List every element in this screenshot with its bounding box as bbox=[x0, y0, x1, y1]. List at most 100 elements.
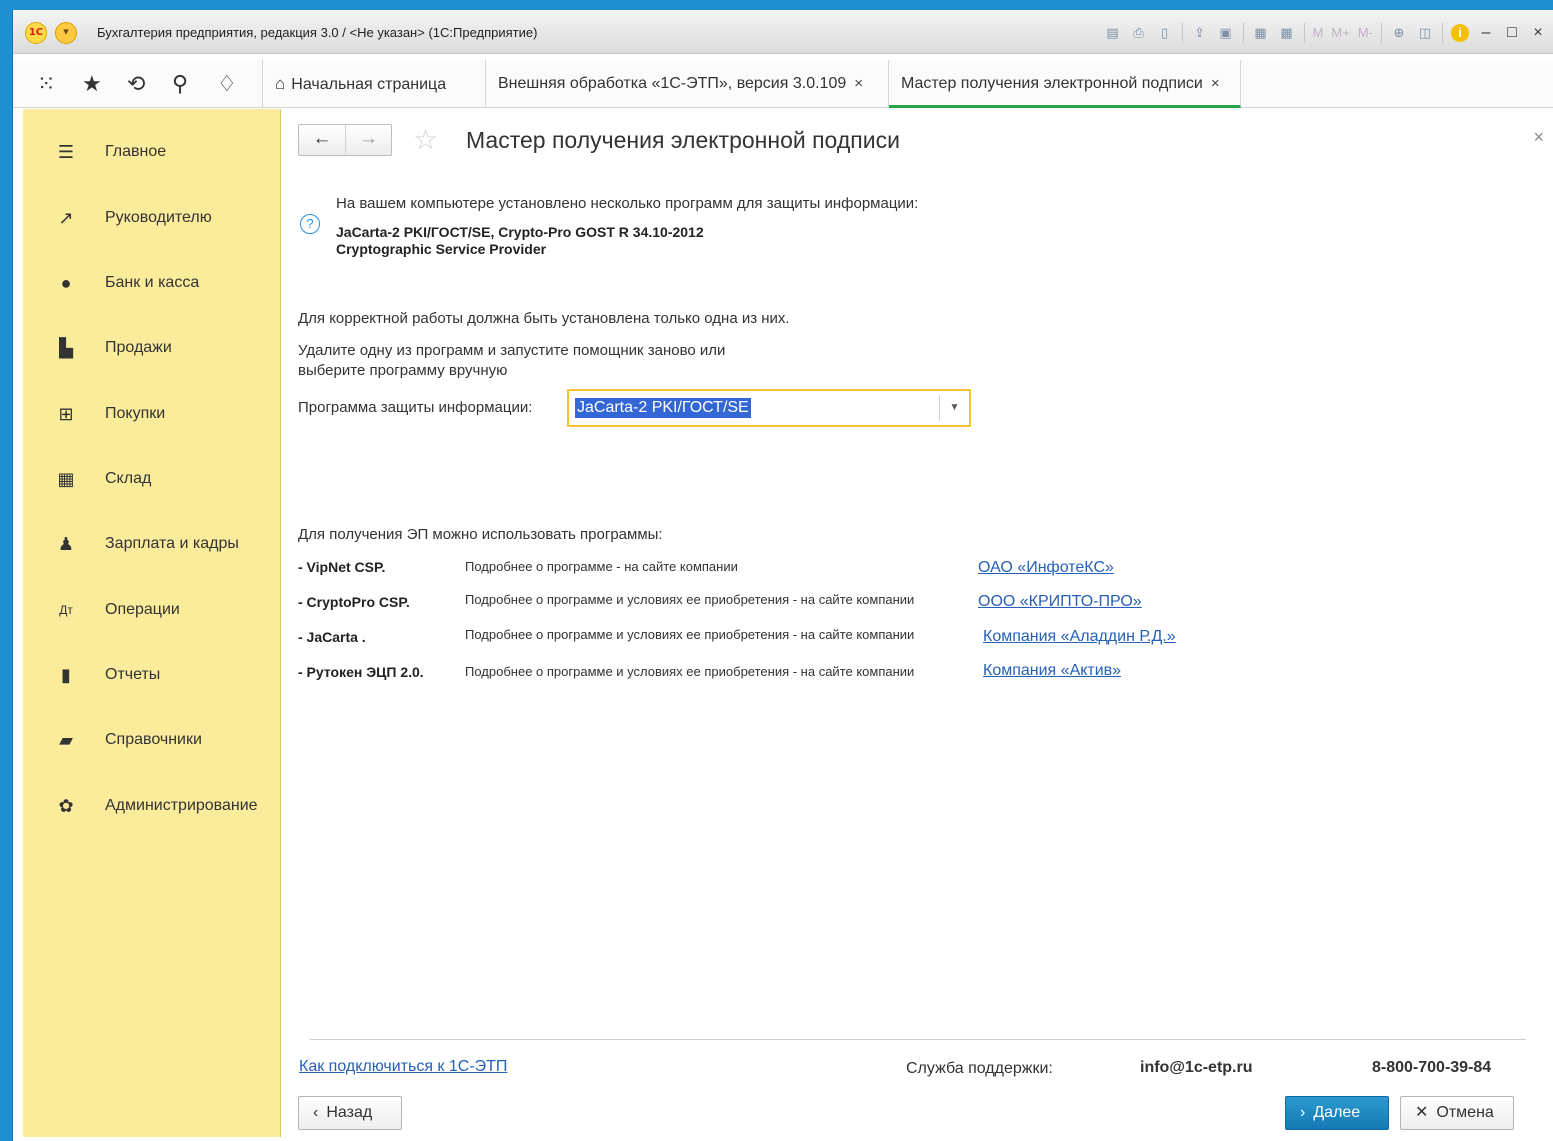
separator bbox=[1303, 23, 1305, 43]
memory-minus-button[interactable]: M- bbox=[1358, 24, 1373, 42]
books-icon: ▰ bbox=[59, 730, 73, 750]
sidebar-item-warehouse[interactable]: ▦ Склад bbox=[23, 458, 280, 498]
support-phone: 8-800-700-39-84 bbox=[1372, 1059, 1492, 1076]
sidebar-item-purchases[interactable]: ⊞ Покупки bbox=[23, 393, 280, 433]
tab-close-icon[interactable]: × bbox=[1211, 75, 1220, 92]
cancel-button[interactable]: ✕ Отмена bbox=[1400, 1096, 1514, 1130]
program-description: Подробнее о программе и условиях ее прио… bbox=[465, 627, 915, 642]
program-select[interactable]: JaCarta-2 PKI/ГОСТ/SE ▼ bbox=[567, 389, 971, 427]
programs-intro: Для получения ЭП можно использовать прог… bbox=[298, 526, 663, 543]
program-name: - JaCarta . bbox=[298, 629, 366, 645]
sidebar-item-label: Банк и касса bbox=[105, 274, 200, 291]
sidebar-item-label: Администрирование bbox=[105, 797, 258, 814]
chevron-down-icon[interactable]: ▼ bbox=[939, 395, 969, 421]
calculator-icon[interactable]: ▦ bbox=[1252, 24, 1270, 42]
next-button[interactable]: › Далее bbox=[1285, 1096, 1389, 1130]
sidebar-item-main[interactable]: ☰ Главное bbox=[23, 131, 280, 171]
sidebar-item-label: Руководителю bbox=[105, 209, 212, 226]
company-link-aktiv[interactable]: Компания «Актив» bbox=[983, 662, 1121, 680]
ruble-coin-icon: ● bbox=[60, 273, 72, 293]
sidebar-item-label: Отчеты bbox=[105, 666, 161, 683]
program-description: Подробнее о программе и условиях ее прио… bbox=[465, 664, 915, 679]
separator bbox=[1181, 23, 1183, 43]
tab-signature-wizard[interactable]: Мастер получения электронной подписи × bbox=[889, 60, 1241, 108]
minimize-icon[interactable]: – bbox=[1477, 24, 1495, 42]
debit-credit-icon: Дт bbox=[59, 603, 73, 617]
back-arrow-icon[interactable]: ← bbox=[299, 125, 345, 155]
cancel-button-label: Отмена bbox=[1436, 1104, 1494, 1121]
tab-home[interactable]: ⌂ Начальная страница bbox=[263, 60, 486, 108]
save-icon[interactable]: ▤ bbox=[1104, 24, 1122, 42]
forward-arrow-icon[interactable]: → bbox=[344, 125, 391, 155]
tab-external-processing[interactable]: Внешняя обработка «1С-ЭТП», версия 3.0.1… bbox=[486, 60, 889, 108]
back-button[interactable]: ‹ Назад bbox=[298, 1096, 402, 1130]
trend-chart-icon: ↗ bbox=[58, 208, 74, 228]
program-name: - VipNet CSP. bbox=[298, 559, 386, 575]
close-window-icon[interactable]: × bbox=[1529, 24, 1547, 42]
company-link-aladdin[interactable]: Компания «Аладдин Р.Д.» bbox=[983, 628, 1176, 646]
separator bbox=[1442, 23, 1443, 43]
copy-icon[interactable]: ▣ bbox=[1217, 24, 1235, 42]
close-form-icon[interactable]: × bbox=[1533, 127, 1544, 148]
info-icon[interactable]: i bbox=[1451, 24, 1469, 42]
sidebar-item-operations[interactable]: Дт Операции bbox=[23, 589, 280, 629]
maximize-icon[interactable]: □ bbox=[1503, 24, 1521, 42]
sidebar-item-administration[interactable]: ✿ Администрирование bbox=[23, 785, 280, 825]
menu-lines-icon: ☰ bbox=[57, 142, 75, 162]
installed-intro: На вашем компьютере установлено нескольк… bbox=[336, 195, 919, 212]
sidebar-item-label: Операции bbox=[105, 601, 180, 618]
memory-m-button[interactable]: M bbox=[1313, 24, 1324, 42]
sidebar-item-sales[interactable]: ▙ Продажи bbox=[23, 327, 280, 367]
company-link-infotecs[interactable]: ОАО «ИнфотеКС» bbox=[978, 559, 1114, 577]
how-to-connect-link[interactable]: Как подключиться к 1С-ЭТП bbox=[299, 1058, 507, 1076]
app-logo-icon[interactable]: 1С bbox=[25, 22, 47, 44]
sidebar-item-references[interactable]: ▰ Справочники bbox=[23, 719, 280, 759]
title-bar: 1С ▾ Бухгалтерия предприятия, редакция 3… bbox=[13, 10, 1553, 54]
separator bbox=[1381, 23, 1382, 43]
notifications-bell-icon[interactable]: ♢ bbox=[217, 66, 262, 102]
quick-icons: ⁙ ★ ⟲ ⚲ ♢ bbox=[13, 60, 263, 108]
main-menu-button[interactable]: ▾ bbox=[55, 22, 77, 44]
tab-label: Мастер получения электронной подписи bbox=[901, 75, 1203, 92]
apps-grid-icon[interactable]: ⁙ bbox=[37, 66, 82, 102]
home-icon: ⌂ bbox=[275, 74, 286, 93]
sidebar-item-salary[interactable]: ♟ Зарплата и кадры bbox=[23, 523, 280, 563]
shopping-bag-icon: ▙ bbox=[59, 338, 73, 358]
company-link-cryptopro[interactable]: ООО «КРИПТО-ПРО» bbox=[978, 593, 1142, 611]
installed-programs-line1: JaCarta-2 PKI/ГОСТ/SE, Crypto-Pro GOST R… bbox=[336, 224, 704, 240]
back-button-label: Назад bbox=[326, 1104, 373, 1121]
preview-icon[interactable]: ▯ bbox=[1156, 24, 1174, 42]
next-button-label: Далее bbox=[1313, 1104, 1361, 1121]
history-icon[interactable]: ⟲ bbox=[127, 66, 172, 102]
sidebar-item-bank[interactable]: ● Банк и касса bbox=[23, 262, 280, 302]
help-icon[interactable]: ? bbox=[300, 214, 320, 234]
tab-label: Начальная страница bbox=[291, 76, 447, 93]
sidebar-item-label: Главное bbox=[105, 143, 167, 160]
program-label: Программа защиты информации: bbox=[298, 399, 533, 416]
attach-icon[interactable]: ⇪ bbox=[1191, 24, 1209, 42]
program-select-value[interactable]: JaCarta-2 PKI/ГОСТ/SE bbox=[575, 398, 751, 418]
search-icon[interactable]: ⚲ bbox=[172, 66, 217, 102]
print-icon[interactable]: ⎙ bbox=[1130, 24, 1148, 42]
sidebar-item-reports[interactable]: ▮ Отчеты bbox=[23, 654, 280, 694]
chevron-right-icon: › bbox=[1300, 1104, 1306, 1121]
favorites-star-icon[interactable]: ★ bbox=[82, 66, 127, 102]
app-window: 1С ▾ Бухгалтерия предприятия, редакция 3… bbox=[12, 10, 1553, 1141]
program-name: - CryptoPro CSP. bbox=[298, 594, 410, 610]
tab-label: Внешняя обработка «1С-ЭТП», версия 3.0.1… bbox=[498, 75, 847, 92]
gear-icon: ✿ bbox=[58, 796, 74, 816]
sidebar: ☰ Главное ↗ Руководителю ● Банк и касса … bbox=[23, 109, 281, 1137]
panels-icon[interactable]: ◫ bbox=[1416, 24, 1434, 42]
memory-plus-button[interactable]: M+ bbox=[1331, 24, 1349, 42]
calendar-icon[interactable]: ▦ bbox=[1278, 24, 1296, 42]
warehouse-grid-icon: ▦ bbox=[57, 469, 75, 489]
remove-hint-line1: Удалите одну из программ и запустите пом… bbox=[298, 342, 726, 359]
favorite-star-icon[interactable]: ☆ bbox=[413, 125, 438, 155]
sidebar-item-manager[interactable]: ↗ Руководителю bbox=[23, 197, 280, 237]
tab-close-icon[interactable]: × bbox=[854, 75, 863, 92]
window-title: Бухгалтерия предприятия, редакция 3.0 / … bbox=[97, 25, 538, 40]
page-title: Мастер получения электронной подписи bbox=[466, 127, 900, 153]
sidebar-item-label: Покупки bbox=[105, 405, 166, 422]
zoom-icon[interactable]: ⊕ bbox=[1390, 24, 1408, 42]
title-toolbar: ▤ ⎙ ▯ ⇪ ▣ ▦ ▦ M M+ M- ⊕ ◫ i – □ × bbox=[1104, 22, 1547, 44]
